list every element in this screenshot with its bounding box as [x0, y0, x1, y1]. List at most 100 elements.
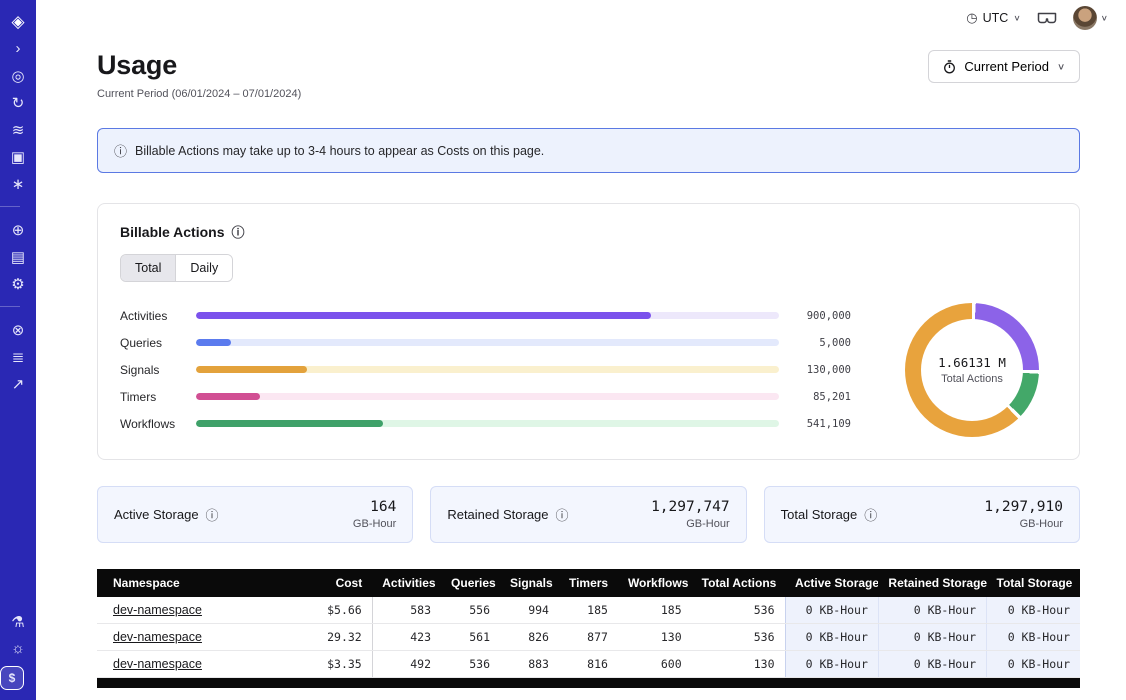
table-footer-partial	[97, 678, 1080, 688]
bar-label: Timers	[120, 390, 196, 404]
bar-row: Timers 85,201	[120, 383, 851, 410]
period-button-label: Current Period	[964, 59, 1049, 74]
total-storage-label: Total Storage	[781, 507, 858, 522]
history-icon[interactable]: ↻	[0, 89, 36, 116]
cell-total-storage: 0 KB-Hour	[987, 624, 1080, 651]
cell-total-actions: 130	[692, 651, 785, 678]
main-content: Usage Current Period (06/01/2024 – 07/01…	[36, 0, 1126, 688]
period-selector-button[interactable]: Current Period ∨	[928, 50, 1080, 83]
info-icon[interactable]: ⓘ	[206, 505, 219, 524]
namespace-link[interactable]: dev-namespace	[113, 603, 202, 617]
column-header-workflows: Workflows	[618, 569, 692, 597]
cell-workflows: 130	[618, 624, 692, 651]
retained-storage-value: 1,297,747	[651, 499, 730, 515]
bar-fill	[196, 393, 260, 400]
avatar	[1073, 6, 1097, 30]
bar-row: Workflows541,109	[120, 410, 851, 437]
column-header-cost: Cost	[303, 569, 372, 597]
namespace-usage-table-wrap: NamespaceCostActivitiesQueriesSignalsTim…	[97, 569, 1080, 688]
cell-total-actions: 536	[692, 597, 785, 624]
limits-icon[interactable]: ⊗	[0, 316, 36, 343]
launch-icon[interactable]: ↗	[0, 370, 36, 397]
info-banner: ⓘ Billable Actions may take up to 3-4 ho…	[97, 128, 1080, 173]
total-storage-card: Total Storage ⓘ 1,297,910 GB-Hour	[764, 486, 1080, 543]
retained-storage-card: Retained Storage ⓘ 1,297,747 GB-Hour	[430, 486, 746, 543]
usage-icon[interactable]: $	[0, 666, 24, 690]
bar-value: 900,000	[779, 310, 851, 322]
tab-daily[interactable]: Daily	[176, 255, 232, 281]
active-storage-label: Active Storage	[114, 507, 199, 522]
layers-icon[interactable]: ≋	[0, 116, 36, 143]
cell-workflows: 600	[618, 651, 692, 678]
cell-active-storage: 0 KB-Hour	[785, 597, 878, 624]
donut-center: 1.66131 M Total Actions	[921, 319, 1023, 421]
cell-signals: 994	[500, 597, 559, 624]
chevron-down-icon: ∨	[1101, 14, 1108, 23]
column-header-active-storage: Active Storage	[785, 569, 878, 597]
donut-ring: 1.66131 M Total Actions	[905, 303, 1039, 437]
total-actions-donut: 1.66131 M Total Actions	[887, 303, 1057, 437]
cell-total-storage: 0 KB-Hour	[987, 597, 1080, 624]
cell-timers: 877	[559, 624, 618, 651]
integrations-icon[interactable]: ∗	[0, 170, 36, 197]
info-icon[interactable]: ⓘ	[232, 222, 245, 241]
column-header-retained-storage: Retained Storage	[878, 569, 986, 597]
theme-icon[interactable]: ☼	[0, 635, 36, 662]
cell-cost: 29.32	[303, 624, 372, 651]
user-menu[interactable]: ∨	[1073, 6, 1108, 30]
namespaces-icon[interactable]: ◎	[0, 62, 36, 89]
namespace-link[interactable]: dev-namespace	[113, 657, 202, 671]
topbar: ◷ UTC ∨ ∨	[36, 0, 1126, 36]
docs-icon[interactable]: ≣	[0, 343, 36, 370]
cell-namespace: dev-namespace	[97, 651, 303, 678]
cell-queries: 556	[441, 597, 500, 624]
cell-activities: 423	[372, 624, 441, 651]
timezone-selector[interactable]: ◷ UTC ∨	[966, 10, 1020, 26]
bar-value: 5,000	[779, 337, 851, 349]
cell-cost: $5.66	[303, 597, 372, 624]
column-header-namespace: Namespace	[97, 569, 303, 597]
bar-value: 130,000	[779, 364, 851, 376]
namespace-link[interactable]: dev-namespace	[113, 630, 202, 644]
bar-fill	[196, 312, 651, 319]
billing-panel-icon[interactable]: ▤	[0, 243, 36, 270]
cell-activities: 492	[372, 651, 441, 678]
info-icon: ⓘ	[114, 141, 127, 160]
bar-fill	[196, 366, 307, 373]
cell-total-storage: 0 KB-Hour	[987, 651, 1080, 678]
cell-active-storage: 0 KB-Hour	[785, 624, 878, 651]
cell-signals: 883	[500, 651, 559, 678]
cell-queries: 536	[441, 651, 500, 678]
timezone-label: UTC	[983, 11, 1009, 25]
cell-signals: 826	[500, 624, 559, 651]
cell-queries: 561	[441, 624, 500, 651]
cell-total-actions: 536	[692, 624, 785, 651]
column-header-signals: Signals	[500, 569, 559, 597]
clock-icon: ◷	[966, 10, 977, 26]
cell-active-storage: 0 KB-Hour	[785, 651, 878, 678]
cell-cost: $3.35	[303, 651, 372, 678]
retained-storage-unit: GB-Hour	[651, 518, 730, 530]
cell-retained-storage: 0 KB-Hour	[878, 597, 986, 624]
goggles-icon[interactable]	[1037, 12, 1057, 25]
table-header-row: NamespaceCostActivitiesQueriesSignalsTim…	[97, 569, 1080, 597]
storage-summary-row: Active Storage ⓘ 164 GB-Hour Retained St…	[97, 486, 1080, 543]
logo-icon[interactable]: ◈	[0, 8, 36, 35]
cell-activities: 583	[372, 597, 441, 624]
donut-total-label: Total Actions	[941, 373, 1003, 385]
cell-retained-storage: 0 KB-Hour	[878, 651, 986, 678]
globe-icon[interactable]: ⊕	[0, 216, 36, 243]
tab-total[interactable]: Total	[121, 255, 176, 281]
total-storage-value: 1,297,910	[984, 499, 1063, 515]
info-icon[interactable]: ⓘ	[864, 505, 877, 524]
column-header-activities: Activities	[372, 569, 441, 597]
bar-value: 85,201	[779, 391, 851, 403]
cell-timers: 816	[559, 651, 618, 678]
collapse-icon[interactable]: ›	[0, 35, 36, 62]
cell-timers: 185	[559, 597, 618, 624]
lab-icon[interactable]: ⚗	[0, 608, 36, 635]
info-icon[interactable]: ⓘ	[556, 505, 569, 524]
deployments-icon[interactable]: ▣	[0, 143, 36, 170]
settings-icon[interactable]: ⚙	[0, 270, 36, 297]
page-subtitle: Current Period (06/01/2024 – 07/01/2024)	[97, 88, 301, 100]
